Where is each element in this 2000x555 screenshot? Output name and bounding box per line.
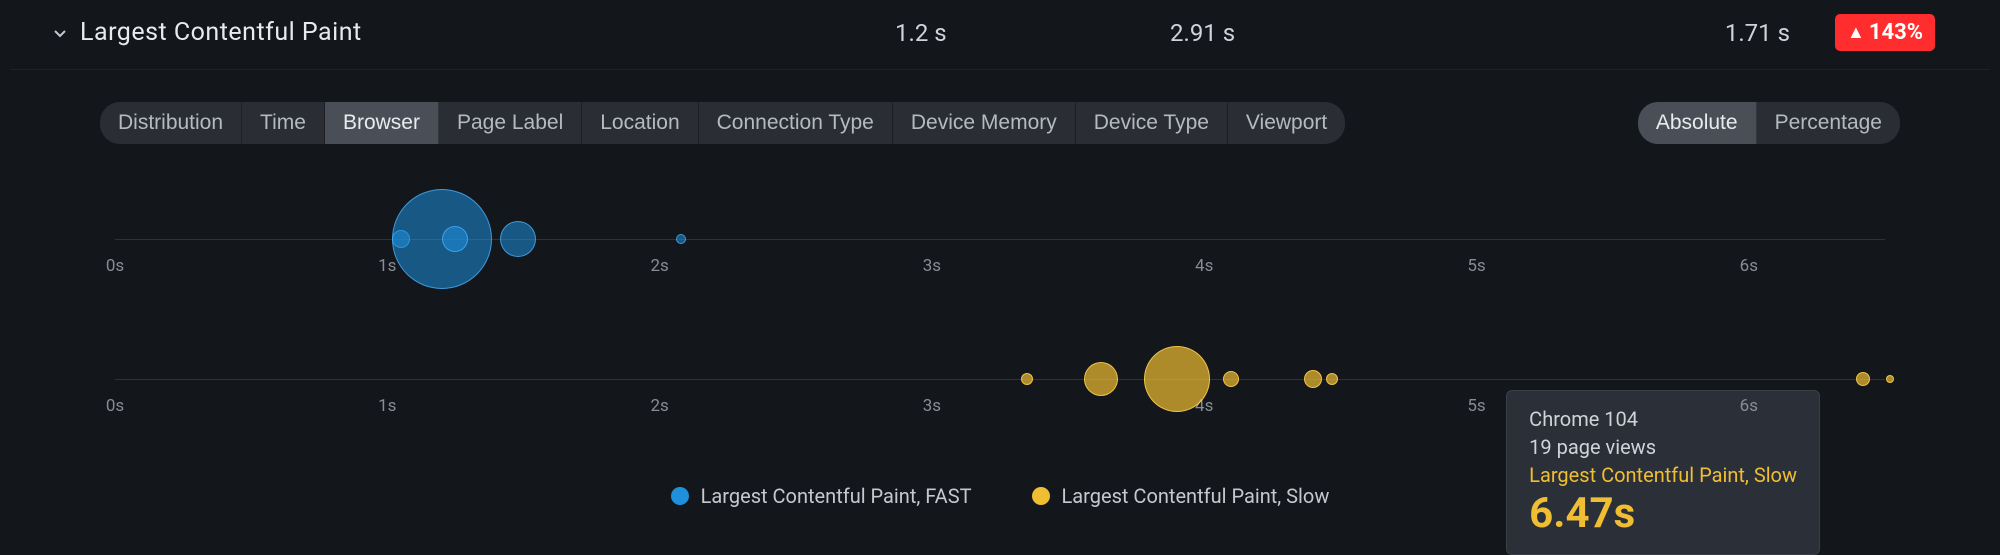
chart-area: 0s 1s 2s 3s 4s 5s 6s Chrome 104 19 page views … xyxy=(10,144,1990,538)
tab-time[interactable]: Time xyxy=(242,102,325,144)
tab-viewport[interactable]: Viewport xyxy=(1228,102,1345,144)
axis-tick: 3s xyxy=(923,256,941,276)
data-bubble[interactable] xyxy=(1021,373,1033,385)
axis-tick: 5s xyxy=(1467,256,1485,276)
mode-absolute[interactable]: Absolute xyxy=(1638,102,1757,144)
data-bubble[interactable] xyxy=(442,226,468,252)
axis-tick: 2s xyxy=(650,396,668,416)
data-bubble[interactable] xyxy=(1304,370,1322,388)
data-bubble[interactable] xyxy=(1886,375,1894,383)
dimension-tabs: DistributionTimeBrowserPage LabelLocatio… xyxy=(100,102,1345,144)
tooltip: Chrome 104 19 page views Largest Content… xyxy=(1506,390,1820,555)
tab-page-label[interactable]: Page Label xyxy=(439,102,582,144)
axis-tick: 6s xyxy=(1740,256,1758,276)
axis-tick: 4s xyxy=(1195,256,1213,276)
legend-dot-fast xyxy=(671,487,689,505)
controls-row: DistributionTimeBrowserPage LabelLocatio… xyxy=(10,70,1990,144)
axis-tick: 6s xyxy=(1740,396,1758,416)
arrow-up-icon: ▲ xyxy=(1847,24,1865,42)
stat-delta: 1.71 s xyxy=(1725,19,1790,47)
change-badge: ▲ 143% xyxy=(1835,14,1935,51)
mode-toggle: AbsolutePercentage xyxy=(1638,102,1900,144)
tab-device-type[interactable]: Device Type xyxy=(1076,102,1228,144)
axis-line xyxy=(115,239,1885,240)
data-bubble[interactable] xyxy=(1144,346,1210,412)
mode-percentage[interactable]: Percentage xyxy=(1757,102,1900,144)
data-bubble[interactable] xyxy=(500,221,536,257)
tab-location[interactable]: Location xyxy=(582,102,698,144)
data-bubble[interactable] xyxy=(1084,362,1118,396)
axis-tick: 1s xyxy=(378,256,396,276)
tab-browser[interactable]: Browser xyxy=(325,102,439,144)
legend-label: Largest Contentful Paint, Slow xyxy=(1062,484,1330,508)
metric-header: Largest Contentful Paint 1.2 s 2.91 s 1.… xyxy=(10,0,1990,70)
axis-line xyxy=(115,379,1885,380)
data-bubble[interactable] xyxy=(1856,372,1870,386)
tooltip-pageviews: 19 page views xyxy=(1529,435,1797,459)
axis-slow: Chrome 104 19 page views Largest Content… xyxy=(115,324,1885,464)
tooltip-series: Largest Contentful Paint, Slow xyxy=(1529,463,1797,487)
axis-tick: 3s xyxy=(923,396,941,416)
stat-baseline: 1.2 s xyxy=(895,19,947,47)
legend-item-slow[interactable]: Largest Contentful Paint, Slow xyxy=(1032,484,1330,508)
legend-item-fast[interactable]: Largest Contentful Paint, FAST xyxy=(671,484,972,508)
axis-tick: 1s xyxy=(378,396,396,416)
legend-label: Largest Contentful Paint, FAST xyxy=(701,484,972,508)
tab-connection-type[interactable]: Connection Type xyxy=(699,102,893,144)
data-bubble[interactable] xyxy=(1223,371,1239,387)
data-bubble[interactable] xyxy=(1326,373,1338,385)
chevron-down-icon[interactable] xyxy=(50,23,70,43)
tab-device-memory[interactable]: Device Memory xyxy=(893,102,1076,144)
axis-tick: 5s xyxy=(1467,396,1485,416)
stat-current: 2.91 s xyxy=(1170,19,1235,47)
axis-fast: 0s1s2s3s4s5s6s xyxy=(115,184,1885,324)
legend-dot-slow xyxy=(1032,487,1050,505)
axis-tick: 0s xyxy=(106,396,124,416)
tab-distribution[interactable]: Distribution xyxy=(100,102,242,144)
badge-value: 143% xyxy=(1869,20,1923,45)
axis-tick: 2s xyxy=(650,256,668,276)
axis-tick: 0s xyxy=(106,256,124,276)
tooltip-value: 6.47s xyxy=(1529,489,1797,538)
data-bubble[interactable] xyxy=(676,234,686,244)
metric-title: Largest Contentful Paint xyxy=(80,18,362,47)
